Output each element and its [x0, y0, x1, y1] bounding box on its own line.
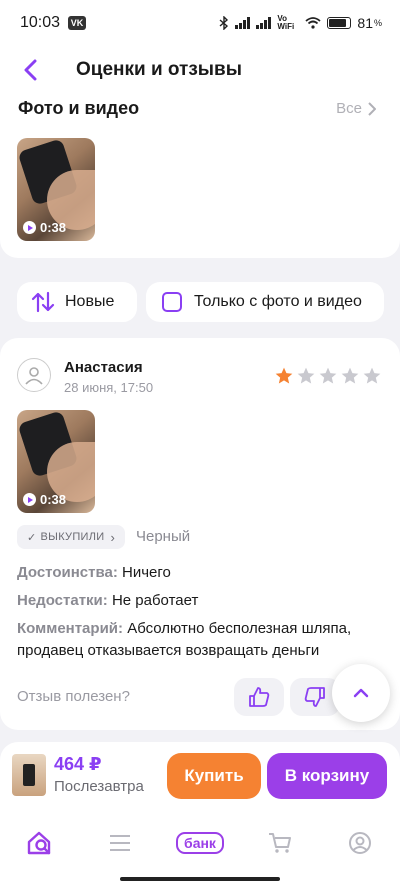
play-icon: [23, 221, 36, 234]
play-icon: [23, 493, 36, 506]
profile-icon: [349, 832, 371, 854]
battery-percent: 81: [357, 15, 373, 31]
status-time: 10:03: [20, 14, 61, 31]
bluetooth-icon: [219, 16, 229, 30]
delivery-date: Послезавтра: [54, 778, 144, 795]
home-indicator: [120, 877, 280, 881]
avatar: [17, 358, 51, 392]
star-filled-icon: [275, 367, 293, 384]
video-thumbnail[interactable]: 0:38: [17, 138, 95, 241]
signal-icon: [235, 17, 251, 29]
chevron-up-icon: [353, 688, 369, 698]
nav-profile[interactable]: [340, 828, 380, 858]
rating-stars: [274, 366, 382, 386]
scroll-to-top-button[interactable]: [332, 664, 390, 722]
chevron-left-icon: [24, 59, 37, 81]
user-icon: [25, 367, 43, 385]
bought-badge[interactable]: ✓ ВЫКУПИЛИ ›: [17, 525, 126, 549]
nav-bank[interactable]: банк: [172, 828, 228, 858]
video-duration: 0:38: [23, 220, 66, 235]
buy-button[interactable]: Купить: [167, 753, 261, 799]
photo-only-filter[interactable]: Только с фото и видео: [146, 282, 384, 322]
review-video-duration: 0:38: [23, 492, 66, 507]
star-empty-icon: [319, 367, 337, 384]
bottom-nav: банк: [0, 808, 400, 889]
vowifi-label: Vo WiFi: [277, 14, 295, 31]
product-price: 464 ₽: [54, 754, 102, 774]
photos-title: Фото и видео: [18, 98, 140, 118]
vk-icon: VK: [68, 16, 87, 30]
battery-icon: [327, 17, 352, 29]
signal-icon-2: [256, 17, 272, 29]
sort-icon: [31, 291, 55, 313]
status-bar: 10:03 VK Vo WiFi 81%: [0, 0, 400, 46]
page-header: Оценки и отзывы: [0, 46, 400, 94]
product-color: Черный: [136, 528, 191, 545]
reviewer-name: Анастасия: [64, 359, 143, 376]
home-search-icon: [27, 831, 51, 855]
buy-bar: 464 ₽ Послезавтра Купить В корзину: [0, 742, 400, 808]
review-comment: Комментарий: Абсолютно бесполезная шляпа…: [17, 620, 352, 659]
product-thumbnail[interactable]: [12, 754, 46, 796]
see-all-link[interactable]: Все: [336, 100, 376, 117]
menu-icon: [110, 835, 130, 851]
sort-button[interactable]: Новые: [17, 282, 137, 322]
review-pros: Достоинства: Ничего: [17, 564, 171, 581]
review-video-thumbnail[interactable]: 0:38: [17, 410, 95, 513]
review-cons: Недостатки: Не работает: [17, 592, 199, 609]
photo-only-checkbox[interactable]: [162, 292, 182, 312]
thumbs-down-icon: [304, 687, 325, 707]
photo-only-label: Только с фото и видео: [194, 293, 362, 310]
like-button[interactable]: [234, 678, 284, 716]
cart-icon: [269, 833, 291, 853]
wifi-icon: [305, 17, 321, 29]
nav-cart[interactable]: [260, 828, 300, 858]
sort-label: Новые: [65, 293, 115, 310]
see-all-label: Все: [336, 100, 362, 117]
review-date: 28 июня, 17:50: [64, 380, 154, 395]
nav-home[interactable]: [20, 828, 60, 858]
add-to-cart-button[interactable]: В корзину: [267, 753, 387, 799]
photos-section: Фото и видео Все 0:38: [0, 88, 400, 258]
star-empty-icon: [341, 367, 359, 384]
thumbs-up-icon: [249, 687, 270, 707]
star-empty-icon: [297, 367, 315, 384]
helpful-question: Отзыв полезен?: [17, 688, 130, 705]
check-icon: ✓: [27, 531, 37, 544]
bank-label: банк: [176, 832, 224, 854]
chevron-right-icon: [368, 101, 376, 116]
page-title: Оценки и отзывы: [76, 59, 242, 80]
status-icons: Vo WiFi 81%: [219, 15, 382, 31]
nav-catalog[interactable]: [100, 828, 140, 858]
back-button[interactable]: [0, 46, 60, 94]
chevron-right-icon: ›: [110, 529, 116, 545]
star-empty-icon: [363, 367, 381, 384]
